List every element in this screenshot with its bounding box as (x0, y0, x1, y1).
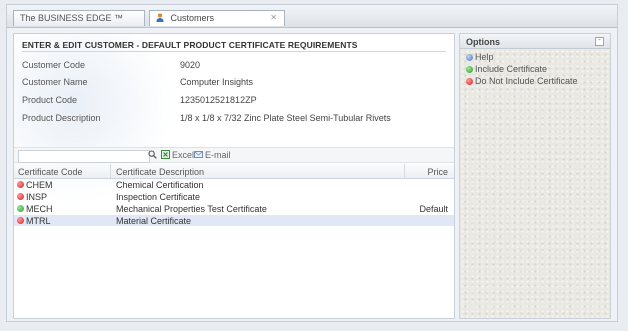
table-row-selected[interactable]: MTRL Material Certificate (14, 215, 454, 226)
option-label: Include Certificate (475, 64, 548, 74)
option-help[interactable]: Help (466, 52, 494, 62)
certificate-code-cell: MTRL (26, 216, 51, 226)
search-icon[interactable] (148, 150, 157, 159)
column-separator (404, 164, 405, 178)
customer-name-value: Computer Insights (180, 77, 254, 87)
title-divider (22, 51, 446, 52)
column-price[interactable]: Price (427, 167, 448, 177)
certificate-description-cell: Inspection Certificate (116, 192, 201, 202)
email-icon (194, 151, 203, 158)
grid-header: Certificate Code Certificate Description… (14, 164, 454, 179)
option-label: Help (475, 52, 494, 62)
page-title: ENTER & EDIT CUSTOMER - DEFAULT PRODUCT … (22, 40, 358, 50)
column-certificate-code[interactable]: Certificate Code (18, 167, 83, 177)
certificate-code-cell: CHEM (26, 180, 53, 190)
price-cell: Default (419, 204, 448, 214)
table-row[interactable]: CHEM Chemical Certification (14, 179, 454, 190)
tab-business-edge[interactable]: The BUSINESS EDGE ™ (13, 10, 145, 26)
column-certificate-description[interactable]: Certificate Description (116, 167, 204, 177)
exclude-status-icon (17, 181, 24, 188)
product-code-value: 1235012521812ZP (180, 95, 257, 105)
product-code-label: Product Code (22, 95, 78, 105)
option-label: Do Not Include Certificate (475, 76, 578, 86)
exclude-status-icon (17, 193, 24, 200)
column-separator (110, 164, 111, 178)
customer-code-label: Customer Code (22, 60, 86, 70)
exclude-icon (466, 78, 473, 85)
customer-code-value: 9020 (180, 60, 201, 70)
include-status-icon (17, 205, 24, 212)
app-window: The BUSINESS EDGE ™ Customers ✕ ENTER & … (6, 4, 618, 322)
certificate-description-cell: Chemical Certification (116, 180, 204, 190)
close-tab-icon[interactable]: ✕ (270, 13, 277, 22)
tab-label: Customers (170, 13, 215, 23)
exclude-status-icon (17, 217, 24, 224)
option-include-certificate[interactable]: Include Certificate (466, 64, 547, 74)
customer-certificate-form: ENTER & EDIT CUSTOMER - DEFAULT PRODUCT … (13, 33, 455, 319)
certificate-code-cell: INSP (26, 192, 48, 202)
customer-name-label: Customer Name (22, 77, 88, 87)
collapse-icon[interactable]: - (595, 37, 604, 46)
tab-customers[interactable]: Customers ✕ (149, 10, 285, 26)
excel-button[interactable]: Excel (172, 150, 194, 160)
options-title: Options (466, 37, 500, 47)
certificate-description-cell: Material Certificate (116, 216, 192, 226)
include-icon (466, 66, 473, 73)
email-button[interactable]: E-mail (205, 150, 231, 160)
help-icon (466, 54, 473, 61)
search-input[interactable] (18, 150, 150, 163)
options-header: Options - (460, 34, 610, 49)
tab-bar: The BUSINESS EDGE ™ Customers ✕ (7, 5, 617, 28)
options-panel: Options - Help Include Certificate Do No… (459, 33, 611, 319)
product-description-label: Product Description (22, 113, 101, 123)
table-row[interactable]: MECH Mechanical Properties Test Certific… (14, 203, 454, 214)
table-row[interactable]: INSP Inspection Certificate (14, 191, 454, 202)
excel-icon (161, 150, 170, 159)
user-icon (156, 13, 164, 22)
grid-toolbar: Excel E-mail (14, 147, 454, 163)
certificate-description-cell: Mechanical Properties Test Certificate (116, 204, 267, 214)
tab-label: The BUSINESS EDGE ™ (20, 13, 124, 23)
product-description-value: 1/8 x 1/8 x 7/32 Zinc Plate Steel Semi-T… (180, 113, 391, 123)
option-do-not-include-certificate[interactable]: Do Not Include Certificate (466, 76, 578, 86)
certificate-code-cell: MECH (26, 204, 53, 214)
